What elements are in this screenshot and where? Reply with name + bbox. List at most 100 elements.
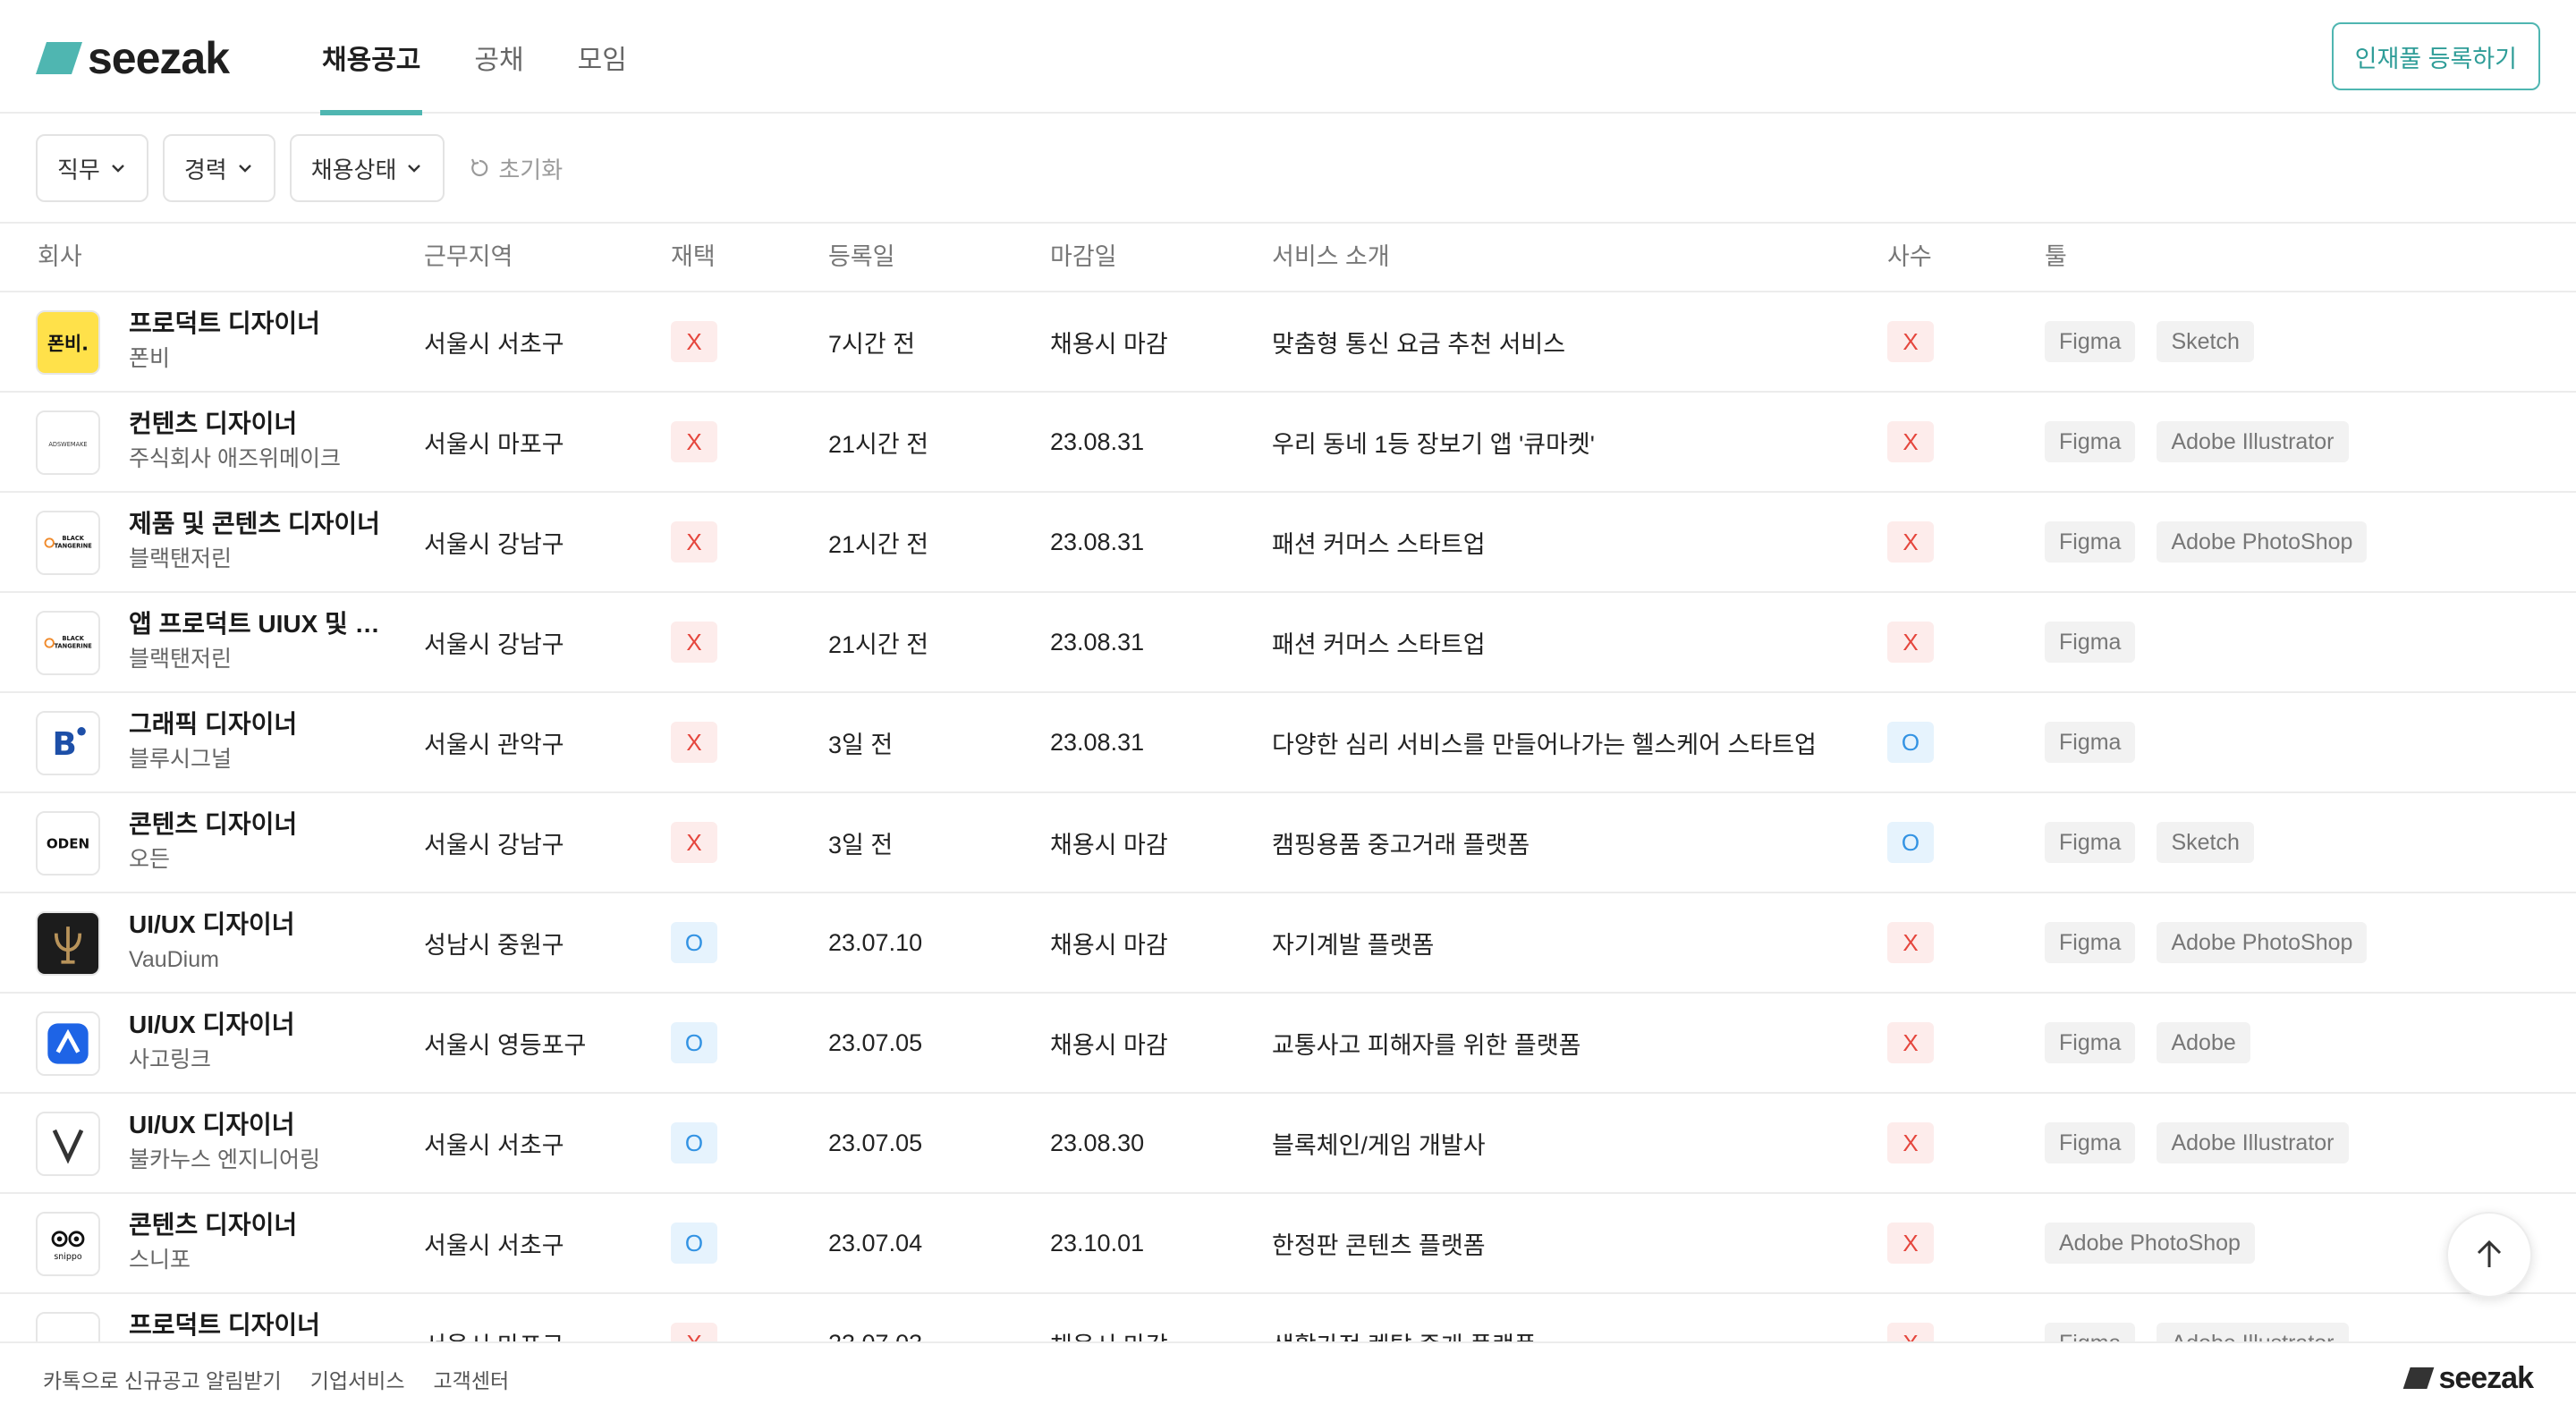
company-cell: 콘텐츠 디자이너 오든 xyxy=(129,808,388,877)
remote-cell: O xyxy=(671,994,717,1092)
deadline-cell: 23.08.31 xyxy=(1050,728,1145,756)
career-filter-dropdown[interactable]: 경력 xyxy=(162,134,275,202)
arrow-up-icon xyxy=(2477,1240,2502,1267)
job-title[interactable]: 콘텐츠 디자이너 xyxy=(129,1208,388,1242)
seezak-logo[interactable]: seezak xyxy=(36,33,230,83)
remote-badge: X xyxy=(671,421,717,462)
status-filter-dropdown[interactable]: 채용상태 xyxy=(289,134,445,202)
company-name: 사고링크 xyxy=(129,1047,212,1072)
job-title[interactable]: 프로덕트 디자이너 xyxy=(129,1308,388,1341)
job-title[interactable]: 그래픽 디자이너 xyxy=(129,707,388,741)
company-name: 폰비 xyxy=(129,346,171,371)
remote-badge: X xyxy=(671,622,717,663)
posted-cell: 23.07.10 xyxy=(828,928,923,956)
company-cell: UI/UX 디자이너 VauDium xyxy=(129,908,388,977)
job-title[interactable]: 앱 프로덕트 UIUX 및 콘… xyxy=(129,607,388,641)
posted-cell: 23.07.04 xyxy=(828,1229,923,1256)
footer-link-kakao-alert[interactable]: 카톡으로 신규공고 알림받기 xyxy=(43,1364,282,1394)
company-logo: ADSWEMAKE xyxy=(36,410,100,475)
mentor-badge: O xyxy=(1887,722,1934,763)
service-cell: 생활가전 렌탈 중개 플랫폼 xyxy=(1272,1294,1537,1342)
chevron-down-icon xyxy=(111,165,124,173)
footer-link-support[interactable]: 고객센터 xyxy=(434,1364,510,1394)
job-row[interactable]: 폰비. 프로덕트 디자이너 폰비 서울시 서초구 X 7시간 전 채용시 마감 … xyxy=(0,292,2576,393)
column-header-company: 회사 xyxy=(38,243,82,270)
tools-cell: Adobe PhotoShop xyxy=(2045,1194,2255,1292)
tools-cell: Figma Adobe Illustrator xyxy=(2045,1094,2349,1192)
tool-tags: Figma Sketch xyxy=(2045,822,2254,863)
tab-open-recruitment[interactable]: 공채 xyxy=(472,0,525,114)
service-cell: 교통사고 피해자를 위한 플랫폼 xyxy=(1272,1031,1581,1059)
service-cell: 자기계발 플랫폼 xyxy=(1272,931,1435,959)
company-logo xyxy=(36,911,100,976)
remote-badge: O xyxy=(671,922,717,963)
company-name: 블랙탠저린 xyxy=(129,546,233,571)
job-row[interactable]: UI/UX 디자이너 불카누스 엔지니어링 서울시 서초구 O 23.07.05… xyxy=(0,1094,2576,1194)
mentor-badge: X xyxy=(1887,1323,1934,1341)
posted-cell: 21시간 전 xyxy=(828,430,929,458)
mentor-badge: X xyxy=(1887,1022,1934,1063)
company-cell: UI/UX 디자이너 사고링크 xyxy=(129,1008,388,1078)
remote-cell: X xyxy=(671,292,717,391)
service-cell: 패션 커머스 스타트업 xyxy=(1272,630,1486,658)
register-talent-pool-button[interactable]: 인재풀 등록하기 xyxy=(2331,22,2540,90)
tool-tag: Adobe PhotoShop xyxy=(2045,1223,2255,1264)
footer-link-business[interactable]: 기업서비스 xyxy=(310,1364,405,1394)
filter-bar: 직무 경력 채용상태 초기화 xyxy=(36,134,563,202)
table-header: 회사 근무지역 재택 등록일 마감일 서비스 소개 사수 툴 xyxy=(0,222,2576,292)
job-filter-dropdown[interactable]: 직무 xyxy=(36,134,148,202)
scroll-to-top-button[interactable] xyxy=(2446,1212,2532,1298)
mentor-cell: X xyxy=(1887,1094,1934,1192)
job-title[interactable]: 컨텐츠 디자이너 xyxy=(129,407,388,441)
status-filter-label: 채용상태 xyxy=(310,156,397,183)
posted-cell: 3일 전 xyxy=(828,831,894,859)
job-filter-label: 직무 xyxy=(57,156,100,183)
job-row[interactable]: UI/UX 디자이너 VauDium 성남시 중원구 O 23.07.10 채용… xyxy=(0,893,2576,994)
job-row[interactable]: BLACK TANGERINE 제품 및 콘텐츠 디자이너 블랙탠저린 서울시 강… xyxy=(0,493,2576,593)
location-cell: 서울시 강남구 xyxy=(424,630,564,658)
tab-meetups[interactable]: 모임 xyxy=(576,0,629,114)
tool-tag: Figma xyxy=(2045,321,2136,362)
company-logo: ODEN xyxy=(36,811,100,876)
tools-cell: Figma Adobe Illustrator xyxy=(2045,1294,2349,1341)
tools-cell: Figma xyxy=(2045,693,2136,791)
job-title[interactable]: UI/UX 디자이너 xyxy=(129,908,388,942)
job-row[interactable]: UI/UX 디자이너 사고링크 서울시 영등포구 O 23.07.05 채용시 … xyxy=(0,994,2576,1094)
tab-jobs[interactable]: 채용공고 xyxy=(320,0,423,115)
job-row[interactable]: 프로덕트 디자이너 서울시 마포구 X 23.07.03 채용시 마감 생활가전… xyxy=(0,1294,2576,1341)
job-row[interactable]: B 그래픽 디자이너 블루시그널 서울시 관악구 X 3일 전 23.08.31… xyxy=(0,693,2576,793)
job-row[interactable]: ADSWEMAKE 컨텐츠 디자이너 주식회사 애즈위메이크 서울시 마포구 X… xyxy=(0,393,2576,493)
deadline-cell: 채용시 마감 xyxy=(1050,1031,1168,1059)
company-logo: BLACK TANGERINE xyxy=(36,511,100,575)
tool-tag: Figma xyxy=(2045,922,2136,963)
remote-badge: X xyxy=(671,822,717,863)
reset-filters-button[interactable]: 초기화 xyxy=(468,152,563,185)
company-cell: 컨텐츠 디자이너 주식회사 애즈위메이크 xyxy=(129,407,388,477)
footer-logo[interactable]: seezak xyxy=(2402,1363,2534,1393)
mentor-cell: X xyxy=(1887,1294,1934,1341)
company-cell: 프로덕트 디자이너 xyxy=(129,1308,388,1341)
job-row[interactable]: BLACK TANGERINE 앱 프로덕트 UIUX 및 콘… 블랙탠저린 서울… xyxy=(0,593,2576,693)
svg-text:BLACK: BLACK xyxy=(62,635,84,642)
remote-cell: O xyxy=(671,893,717,992)
job-title[interactable]: 제품 및 콘텐츠 디자이너 xyxy=(129,507,388,541)
company-name: VauDium xyxy=(129,947,219,972)
svg-text:TANGERINE: TANGERINE xyxy=(55,643,93,650)
svg-text:ODEN: ODEN xyxy=(47,836,89,852)
job-row[interactable]: ODEN 콘텐츠 디자이너 오든 서울시 강남구 X 3일 전 채용시 마감 캠… xyxy=(0,793,2576,893)
logo-text: seezak xyxy=(88,33,230,83)
job-title[interactable]: 콘텐츠 디자이너 xyxy=(129,808,388,842)
mentor-cell: X xyxy=(1887,493,1934,591)
location-cell: 서울시 관악구 xyxy=(424,731,564,758)
column-header-mentor: 사수 xyxy=(1887,243,1932,270)
job-title[interactable]: 프로덕트 디자이너 xyxy=(129,307,388,341)
job-title[interactable]: UI/UX 디자이너 xyxy=(129,1108,388,1142)
remote-badge: X xyxy=(671,1323,717,1341)
job-row[interactable]: snippo 콘텐츠 디자이너 스니포 서울시 서초구 O 23.07.04 2… xyxy=(0,1194,2576,1294)
company-name: 블랙탠저린 xyxy=(129,647,233,672)
service-cell: 패션 커머스 스타트업 xyxy=(1272,530,1486,558)
job-title[interactable]: UI/UX 디자이너 xyxy=(129,1008,388,1042)
tool-tag: Adobe xyxy=(2157,1022,2250,1063)
deadline-cell: 채용시 마감 xyxy=(1050,330,1168,358)
column-header-remote: 재택 xyxy=(671,243,716,270)
